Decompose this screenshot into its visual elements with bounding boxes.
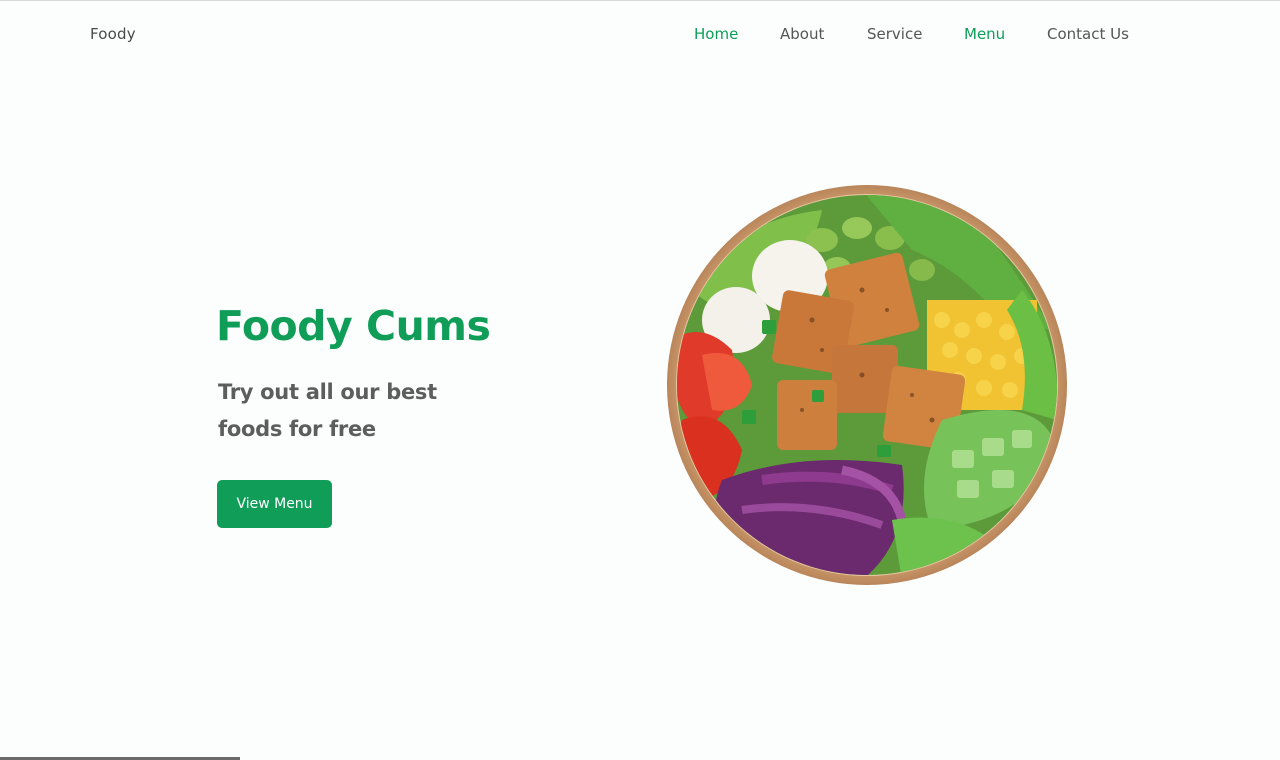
hero-subtitle-line-2: foods for free <box>218 417 376 441</box>
page: Foody Home About Service Menu Contact Us… <box>0 0 1280 760</box>
nav-about-link[interactable]: About <box>780 25 824 43</box>
salad-bowl-image <box>667 185 1067 585</box>
hero-subtitle-line-1: Try out all our best <box>218 380 437 404</box>
nav-home-link[interactable]: Home <box>694 25 738 43</box>
navbar: Foody Home About Service Menu Contact Us <box>0 0 1280 72</box>
nav-menu-link[interactable]: Menu <box>964 25 1005 43</box>
hero-title: Foody Cums <box>216 302 491 350</box>
nav-service-link[interactable]: Service <box>867 25 922 43</box>
hero-subtitle: Try out all our best foods for free <box>218 374 478 448</box>
nav-links: Home About Service Menu Contact Us <box>0 25 1280 49</box>
nav-contact-us-link[interactable]: Contact Us <box>1047 25 1129 43</box>
view-menu-button[interactable]: View Menu <box>217 480 332 528</box>
